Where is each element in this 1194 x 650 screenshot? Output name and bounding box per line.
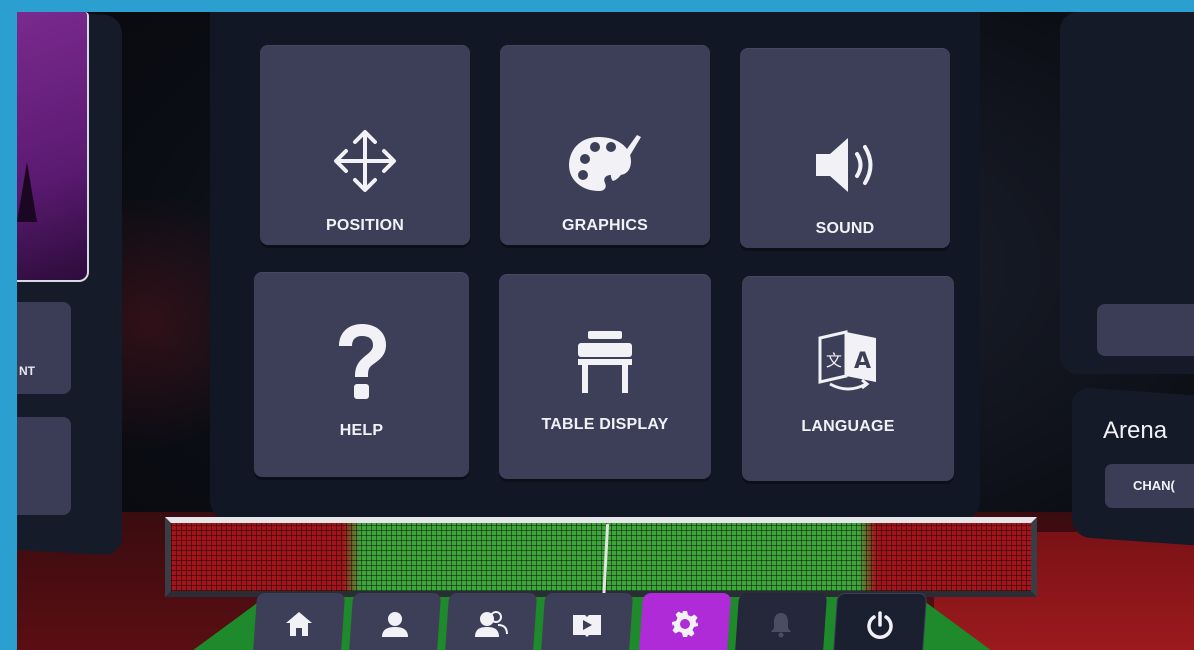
left-panel-button-label: NT [19,364,35,378]
bottom-nav-bar [252,587,935,650]
nav-quit-button[interactable] [832,593,928,650]
game-scene: NT Arena CHAN( POSITION GRAPHICS SOUND H… [17,12,1194,650]
nav-notifications-button[interactable] [734,593,828,650]
nav-friends-button[interactable] [444,593,538,650]
nav-tutorial-button[interactable] [540,593,634,650]
palette-icon [500,133,710,195]
gear-icon [672,611,698,637]
language-tile[interactable]: 文 A LANGUAGE [742,276,954,481]
home-icon [286,612,312,636]
people-icon [475,611,508,637]
arena-title: Arena [1103,417,1168,444]
sound-tile[interactable]: SOUND [740,48,950,248]
settings-menu-panel: POSITION GRAPHICS SOUND HELP TABLE DISPL… [210,12,980,522]
left-panel-artwork [17,12,89,282]
nav-profile-button[interactable] [348,593,442,650]
svg-text:A: A [854,349,871,374]
book-play-icon [573,615,601,637]
help-tile[interactable]: HELP [254,272,469,477]
power-icon [867,611,893,639]
language-label: LANGUAGE [801,418,895,435]
table-display-label: TABLE DISPLAY [541,416,669,433]
table-net [165,517,1037,597]
graphics-tile[interactable]: GRAPHICS [500,45,710,245]
position-tile[interactable]: POSITION [260,45,470,245]
person-icon [382,612,408,637]
position-label: POSITION [325,217,405,234]
bell-icon [771,613,791,638]
nav-settings-button[interactable] [638,593,732,650]
graphics-label: GRAPHICS [561,217,649,234]
right-panel-button[interactable] [1097,304,1194,356]
left-panel-button-2[interactable] [17,417,71,515]
left-panel-button[interactable]: NT [17,302,71,394]
speaker-icon [740,134,950,196]
table-display-tile[interactable]: TABLE DISPLAY [499,274,711,479]
svg-text:文: 文 [826,351,842,370]
question-mark-icon [254,322,469,402]
change-arena-button[interactable]: CHAN( [1105,464,1194,508]
table-icon [499,329,711,395]
help-label: HELP [339,422,384,439]
translate-icon: 文 A [742,330,954,392]
artwork-shape [17,162,37,222]
move-arrows-icon [260,127,470,195]
nav-home-button[interactable] [252,593,346,650]
sound-label: SOUND [815,220,875,237]
